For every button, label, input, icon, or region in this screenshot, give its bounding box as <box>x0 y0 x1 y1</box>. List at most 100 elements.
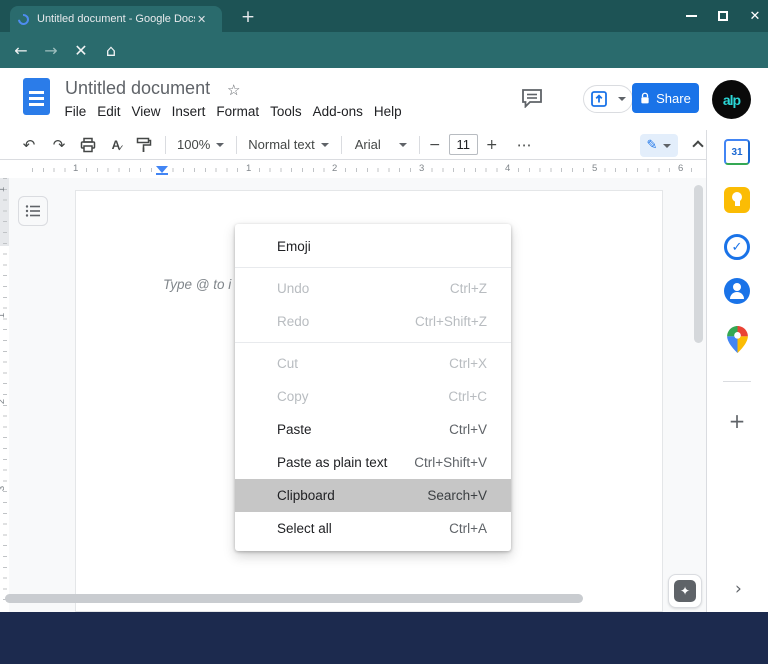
present-icon <box>590 91 607 107</box>
paint-format-icon[interactable] <box>130 137 158 153</box>
menu-file[interactable]: File <box>59 104 92 119</box>
new-tab-button[interactable]: + <box>236 7 260 27</box>
collapse-toolbar-icon[interactable] <box>692 140 704 152</box>
menu-format[interactable]: Format <box>211 104 265 119</box>
indent-marker-bar[interactable] <box>156 173 168 175</box>
contacts-icon[interactable] <box>724 278 750 304</box>
minimize-icon <box>685 15 697 17</box>
menu-tools[interactable]: Tools <box>265 104 308 119</box>
ruler-number: 4 <box>503 163 513 174</box>
menu-item-redo[interactable]: Redo Ctrl+Shift+Z <box>235 305 511 338</box>
toolbar-divider <box>165 135 166 154</box>
paragraph-style-select[interactable]: Normal text <box>248 137 314 152</box>
font-size-input[interactable]: 11 <box>448 134 478 155</box>
document-placeholder-text: Type @ to i <box>163 277 232 292</box>
toolbar-divider <box>236 135 238 154</box>
share-lock-icon <box>641 92 649 103</box>
menu-item-emoji[interactable]: Emoji <box>235 230 511 263</box>
ruler-number: 2 <box>0 399 7 404</box>
ruler-number: 1 <box>0 187 7 192</box>
menu-addons[interactable]: Add-ons <box>307 104 368 119</box>
tab-close-icon[interactable]: ✕ <box>197 13 206 26</box>
context-menu: Emoji Undo Ctrl+Z Redo Ctrl+Shift+Z Cut … <box>235 224 511 551</box>
outline-icon <box>25 205 40 217</box>
ruler-number: 1 <box>244 163 254 174</box>
font-caret-icon[interactable] <box>398 142 407 147</box>
menu-item-paste[interactable]: Paste Ctrl+V <box>235 413 511 446</box>
vertical-scrollbar[interactable] <box>694 185 703 343</box>
comment-icon <box>522 89 542 108</box>
menu-divider <box>235 342 511 343</box>
menu-item-clipboard[interactable]: Clipboard Search+V <box>235 479 511 512</box>
tasks-icon[interactable]: ✓ <box>724 234 750 260</box>
print-icon[interactable] <box>74 137 102 153</box>
ruler-number: 2 <box>330 163 340 174</box>
tab-loading-spinner <box>15 11 32 27</box>
stop-icon[interactable]: ✕ <box>66 41 96 60</box>
menu-item-undo[interactable]: Undo Ctrl+Z <box>235 272 511 305</box>
keep-icon[interactable] <box>724 187 750 213</box>
home-icon[interactable]: ⌂ <box>96 41 126 60</box>
toolbar-divider <box>340 135 342 154</box>
decrease-font-size-button[interactable]: − <box>427 137 443 153</box>
back-icon[interactable]: ← <box>6 41 36 60</box>
tab-title: Untitled document - Google Docs <box>37 13 195 25</box>
zoom-select[interactable]: 100% <box>177 137 210 152</box>
docs-header: Untitled document ☆ File Edit View Inser… <box>0 68 768 130</box>
share-label: Share <box>656 90 691 106</box>
browser-tab[interactable]: Untitled document - Google Docs ✕ <box>10 6 222 32</box>
menu-item-copy[interactable]: Copy Ctrl+C <box>235 380 511 413</box>
menu-edit[interactable]: Edit <box>92 104 126 119</box>
close-button[interactable]: ✕ <box>746 7 764 25</box>
spellcheck-icon[interactable]: A ✓ <box>102 138 130 154</box>
collapse-panel-icon[interactable]: › <box>735 579 742 599</box>
panel-divider <box>723 381 751 382</box>
maximize-button[interactable] <box>714 7 732 25</box>
ruler-number: 3 <box>417 163 427 174</box>
more-options-icon[interactable]: ⋯ <box>510 136 540 154</box>
vertical-ruler: 1 1 2 3 <box>0 178 9 612</box>
maps-icon[interactable] <box>727 326 753 353</box>
star-document-icon[interactable]: ☆ <box>227 81 240 99</box>
menu-help[interactable]: Help <box>368 104 407 119</box>
editing-mode-button[interactable]: ✎ <box>640 134 678 157</box>
document-title[interactable]: Untitled document <box>65 78 210 99</box>
toolbar-divider <box>418 135 420 154</box>
menu-item-select-all[interactable]: Select all Ctrl+A <box>235 512 511 545</box>
ruler-number: 6 <box>676 163 686 174</box>
mode-caret-icon <box>663 143 672 148</box>
document-outline-button[interactable] <box>18 196 48 226</box>
pencil-icon: ✎ <box>646 138 658 153</box>
ruler-number: 3 <box>0 486 7 491</box>
undo-icon[interactable]: ↶ <box>14 136 44 154</box>
explore-button[interactable]: ✦ <box>668 574 702 608</box>
add-app-icon[interactable]: + <box>724 409 750 433</box>
calendar-icon[interactable]: 31 <box>724 139 750 165</box>
zoom-caret-icon[interactable] <box>216 142 225 147</box>
account-avatar[interactable]: alp <box>712 80 751 119</box>
increase-font-size-button[interactable]: + <box>484 137 500 153</box>
minimize-button[interactable] <box>682 7 700 25</box>
present-button[interactable] <box>583 85 633 113</box>
maximize-icon <box>718 11 728 21</box>
window-controls: ✕ <box>682 0 764 32</box>
forward-icon[interactable]: → <box>36 41 66 60</box>
menu-view[interactable]: View <box>126 104 166 119</box>
style-caret-icon[interactable] <box>320 142 329 147</box>
indent-marker[interactable] <box>156 166 168 173</box>
share-button[interactable]: Share <box>632 83 699 113</box>
avatar-text: alp <box>722 91 741 108</box>
menu-item-paste-as-plain-text[interactable]: Paste as plain text Ctrl+Shift+V <box>235 446 511 479</box>
comments-button[interactable] <box>521 88 543 108</box>
docs-logo-icon[interactable] <box>23 78 50 115</box>
menu-item-cut[interactable]: Cut Ctrl+X <box>235 347 511 380</box>
menu-divider <box>235 267 511 268</box>
docs-toolbar: ↶ ↷ A ✓ 100% Normal text Arial − 11 + ⋯ … <box>0 130 706 160</box>
explore-sparkle-icon: ✦ <box>674 580 696 602</box>
font-select[interactable]: Arial <box>355 137 393 152</box>
menu-insert[interactable]: Insert <box>166 104 211 119</box>
redo-icon[interactable]: ↷ <box>44 136 74 154</box>
browser-titlebar: Untitled document - Google Docs ✕ + ✕ <box>0 0 768 32</box>
horizontal-scrollbar[interactable] <box>5 594 583 603</box>
docs-menubar: File Edit View Insert Format Tools Add-o… <box>59 104 407 119</box>
